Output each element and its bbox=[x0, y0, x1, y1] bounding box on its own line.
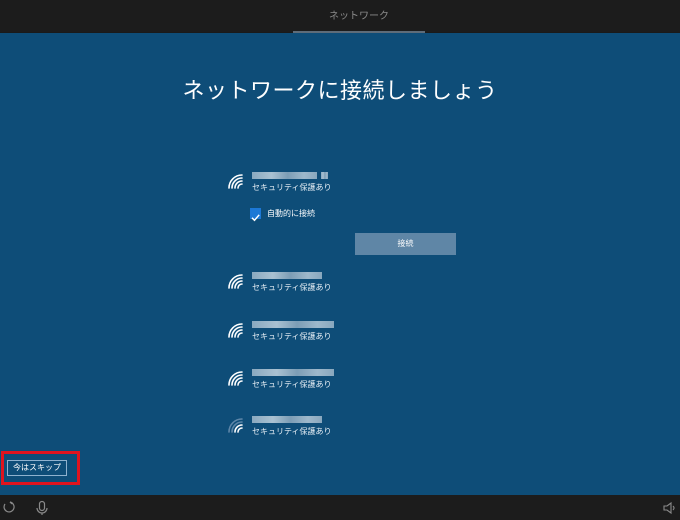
network-name-redacted bbox=[252, 272, 322, 279]
wifi-icon bbox=[228, 174, 243, 189]
microphone-icon[interactable] bbox=[34, 500, 50, 516]
security-status: セキュリティ保護あり bbox=[252, 283, 332, 292]
auto-connect-label: 自動的に接続 bbox=[267, 209, 315, 218]
security-status: セキュリティ保護あり bbox=[252, 332, 332, 341]
network-item[interactable]: セキュリティ保護あり bbox=[226, 367, 456, 393]
security-status: セキュリティ保護あり bbox=[252, 380, 332, 389]
network-item[interactable]: セキュリティ保護あり bbox=[226, 319, 456, 345]
security-status: セキュリティ保護あり bbox=[252, 183, 332, 192]
wifi-icon bbox=[228, 323, 243, 338]
network-item[interactable]: セキュリティ保護あり bbox=[226, 270, 456, 296]
ease-of-access-icon[interactable] bbox=[2, 500, 18, 516]
auto-connect-checkbox[interactable] bbox=[250, 208, 261, 222]
top-bar: ネットワーク bbox=[0, 0, 680, 33]
network-name-redacted bbox=[252, 369, 334, 376]
page-title: ネットワークに接続しましょう bbox=[182, 79, 498, 104]
wifi-icon bbox=[228, 371, 243, 386]
network-item[interactable]: セキュリティ保護あり bbox=[226, 414, 456, 440]
wifi-icon bbox=[228, 418, 243, 433]
network-name-redacted bbox=[252, 416, 322, 423]
bottom-bar bbox=[0, 495, 680, 520]
network-item[interactable]: セキュリティ保護あり bbox=[226, 170, 456, 196]
network-setup-panel: ネットワークに接続しましょう セキュリティ保護あり 自動的に接続 接続 セキュリ… bbox=[0, 33, 680, 495]
wifi-icon bbox=[228, 274, 243, 289]
check-icon bbox=[251, 214, 260, 222]
security-status: セキュリティ保護あり bbox=[252, 427, 332, 436]
step-title: ネットワーク bbox=[329, 11, 389, 22]
network-name-redacted-tail bbox=[321, 172, 328, 179]
network-name-redacted bbox=[252, 172, 317, 179]
skip-for-now-button[interactable]: 今はスキップ bbox=[7, 460, 67, 476]
connect-button[interactable]: 接続 bbox=[355, 233, 456, 255]
volume-icon[interactable] bbox=[662, 500, 678, 516]
network-name-redacted bbox=[252, 321, 334, 328]
